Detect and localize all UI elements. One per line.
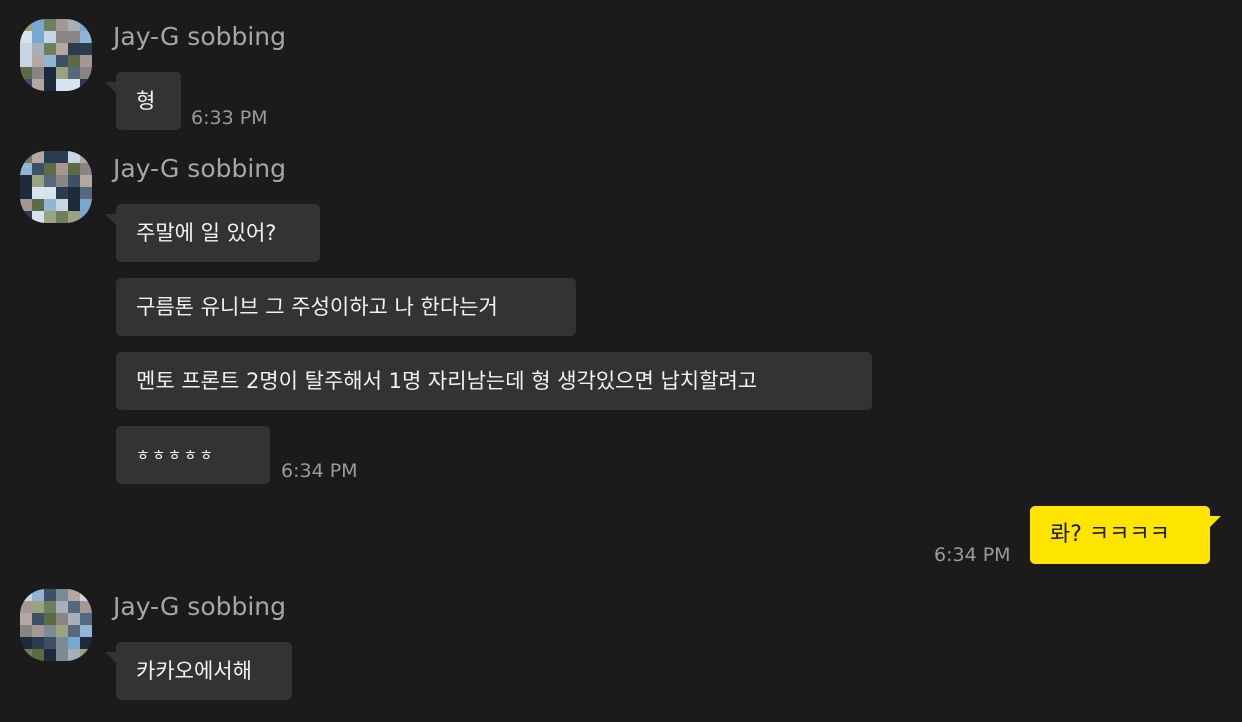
sender-avatar[interactable]	[20, 19, 92, 91]
chat-room: Jay-G sobbing 형 6:33 PM Jay-G sobbing 주말…	[0, 0, 1242, 722]
message-time: 6:33 PM	[191, 107, 268, 129]
sender-avatar[interactable]	[20, 589, 92, 661]
message-time: 6:34 PM	[934, 544, 1011, 566]
message-time: 6:34 PM	[281, 460, 358, 482]
message-bubble[interactable]: ㅎㅎㅎㅎㅎ	[116, 426, 270, 484]
message-bubble[interactable]: 카카오에서해	[105, 642, 292, 700]
sender-name: Jay-G sobbing	[113, 154, 287, 183]
own-message-bubble[interactable]: 롸? ㅋㅋㅋㅋ	[1030, 506, 1221, 564]
message-bubble[interactable]: 주말에 일 있어?	[105, 204, 320, 262]
sender-name: Jay-G sobbing	[113, 22, 287, 51]
sender-avatar[interactable]	[20, 151, 92, 223]
message-bubble[interactable]: 구름톤 유니브 그 주성이하고 나 한다는거	[116, 278, 576, 336]
message-bubble[interactable]: 멘토 프론트 2명이 탈주해서 1명 자리남는데 형 생각있으면 납치할려고	[116, 352, 872, 410]
sender-name: Jay-G sobbing	[113, 592, 287, 621]
message-bubble[interactable]: 형	[105, 72, 181, 130]
